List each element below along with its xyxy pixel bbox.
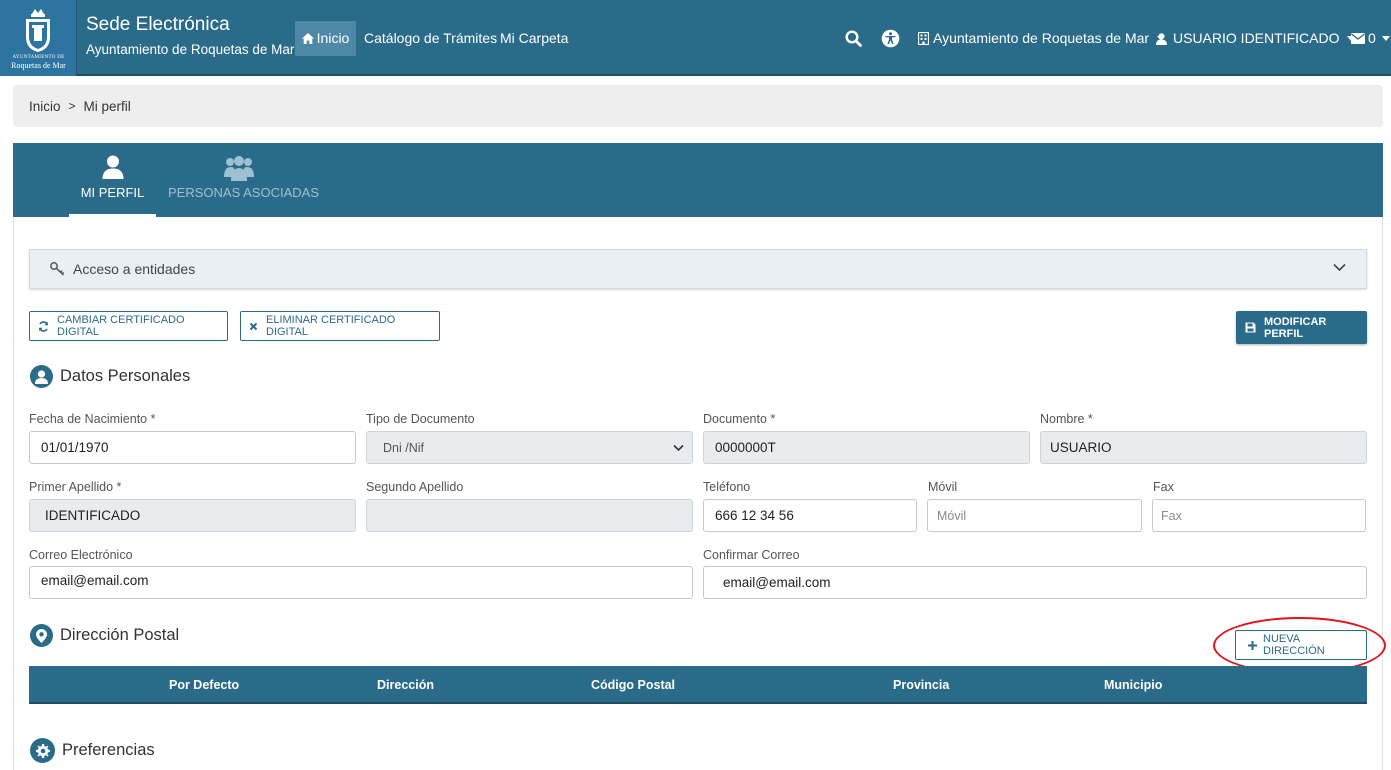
plus-icon <box>1248 640 1257 650</box>
movil-label: Móvil <box>928 480 958 494</box>
key-icon <box>50 262 65 276</box>
top-navbar: AYUNTAMIENTO DE Roquetas de Mar Sede Ele… <box>0 0 1391 76</box>
entity-dropdown[interactable]: Ayuntamiento de Roquetas de Mar <box>918 21 1166 56</box>
close-icon <box>249 322 258 331</box>
fecha-nacimiento-label: Fecha de Nacimiento * <box>29 412 156 426</box>
documento-label: Documento * <box>703 412 776 426</box>
segundo-apellido-field[interactable] <box>366 499 693 532</box>
envelope-icon <box>1351 33 1365 44</box>
segundo-apellido-label: Segundo Apellido <box>366 480 464 494</box>
nombre-field[interactable]: USUARIO <box>1040 431 1367 464</box>
search-button[interactable] <box>845 21 862 56</box>
cambiar-certificado-button[interactable]: CAMBIAR CERTIFICADO DIGITAL <box>29 311 228 341</box>
user-dropdown[interactable]: USUARIO IDENTIFICADO <box>1156 21 1356 56</box>
tipo-documento-value: Dni /Nif <box>383 440 424 455</box>
nav-mi-carpeta[interactable]: Mi Carpeta <box>500 21 568 56</box>
telefono-field[interactable]: 666 12 34 56 <box>703 499 917 532</box>
column-header[interactable]: Provincia <box>893 678 949 692</box>
section-preferencias-title: Preferencias <box>62 741 155 759</box>
profile-tabs: MI PERFIL PERSONAS ASOCIADAS <box>13 143 1383 217</box>
nav-inicio-label: Inicio <box>316 30 350 46</box>
section-datos-personales-title: Datos Personales <box>60 367 191 385</box>
nav-inicio[interactable]: Inicio <box>295 21 356 56</box>
section-direccion-postal: Dirección Postal <box>30 624 179 647</box>
breadcrumb-separator: > <box>68 99 76 113</box>
column-header[interactable]: Municipio <box>1104 678 1162 692</box>
user-dropdown-label: USUARIO IDENTIFICADO <box>1173 30 1340 46</box>
nav-catalogo[interactable]: Catálogo de Trámites <box>364 21 497 56</box>
caret-down-icon <box>1381 36 1390 41</box>
confirmar-correo-field[interactable]: email@email.com <box>703 566 1367 599</box>
correo-field[interactable]: email@email.com <box>29 566 693 599</box>
accessibility-icon <box>881 29 900 48</box>
tipo-documento-select[interactable]: Dni /Nif <box>366 431 693 464</box>
home-icon <box>301 22 314 57</box>
movil-field[interactable]: Móvil <box>927 499 1142 532</box>
section-preferencias: Preferencias <box>30 738 155 763</box>
nueva-direccion-button[interactable]: NUEVA DIRECCIÓN <box>1235 630 1367 660</box>
tab-mi-perfil[interactable]: MI PERFIL <box>69 143 156 217</box>
fax-field[interactable]: Fax <box>1152 499 1366 532</box>
entity-dropdown-label: Ayuntamiento de Roquetas de Mar <box>933 30 1150 46</box>
column-header[interactable]: Código Postal <box>591 678 675 692</box>
coat-of-arms-icon <box>26 9 50 52</box>
building-icon <box>918 32 929 45</box>
address-table-header: Por Defecto Dirección Código Postal Prov… <box>29 666 1367 704</box>
nueva-direccion-label: NUEVA DIRECCIÓN <box>1263 633 1325 657</box>
logo-line1: AYUNTAMIENTO DE <box>12 55 65 60</box>
site-title[interactable]: Sede Electrónica <box>86 14 230 36</box>
telefono-label: Teléfono <box>703 480 751 494</box>
map-marker-icon <box>30 624 53 647</box>
accordion-acceso-entidades[interactable]: Acceso a entidades <box>29 249 1367 289</box>
refresh-icon <box>38 320 49 332</box>
tab-personas-asociadas-label: PERSONAS ASOCIADAS <box>168 185 319 200</box>
breadcrumb: Inicio > Mi perfil <box>13 85 1383 127</box>
site-subtitle: Ayuntamiento de Roquetas de Mar <box>86 42 295 57</box>
accessibility-button[interactable] <box>881 21 900 56</box>
column-header[interactable]: Por Defecto <box>169 678 239 692</box>
gear-icon <box>30 738 55 763</box>
eliminar-certificado-label: ELIMINAR CERTIFICADO DIGITAL <box>266 314 396 338</box>
eliminar-certificado-button[interactable]: ELIMINAR CERTIFICADO DIGITAL <box>240 311 440 341</box>
fecha-nacimiento-field[interactable]: 01/01/1970 <box>29 431 356 464</box>
modificar-perfil-label: MODIFICAR PERFIL <box>1264 315 1327 340</box>
save-icon <box>1245 322 1256 333</box>
search-icon <box>845 30 862 47</box>
fax-label: Fax <box>1153 480 1174 494</box>
primer-apellido-field[interactable]: IDENTIFICADO <box>29 499 356 532</box>
primer-apellido-label: Primer Apellido * <box>29 480 122 494</box>
nombre-label: Nombre * <box>1040 412 1093 426</box>
cambiar-certificado-label: CAMBIAR CERTIFICADO DIGITAL <box>57 314 185 338</box>
breadcrumb-home[interactable]: Inicio <box>29 99 61 114</box>
tipo-documento-label: Tipo de Documento <box>366 412 475 426</box>
user-icon <box>1156 32 1167 45</box>
user-icon <box>102 155 123 179</box>
breadcrumb-current: Mi perfil <box>83 98 131 114</box>
municipality-logo[interactable]: AYUNTAMIENTO DE Roquetas de Mar <box>0 0 77 76</box>
tab-personas-asociadas[interactable]: PERSONAS ASOCIADAS <box>168 143 319 217</box>
accordion-label: Acceso a entidades <box>73 261 196 277</box>
messages-dropdown[interactable]: 0 <box>1351 21 1390 56</box>
documento-field[interactable]: 0000000T <box>703 431 1030 464</box>
confirmar-correo-label: Confirmar Correo <box>703 548 800 562</box>
column-header[interactable]: Dirección <box>377 678 434 692</box>
section-datos-personales: Datos Personales <box>30 365 190 388</box>
user-circle-icon <box>30 365 53 388</box>
modificar-perfil-button[interactable]: MODIFICAR PERFIL <box>1236 311 1367 344</box>
chevron-down-icon <box>673 444 684 452</box>
tab-mi-perfil-label: MI PERFIL <box>80 185 145 200</box>
section-direccion-postal-title: Dirección Postal <box>60 626 180 644</box>
messages-count: 0 <box>1368 30 1376 46</box>
chevron-down-icon <box>1333 263 1346 272</box>
users-icon <box>224 156 254 181</box>
correo-label: Correo Electrónico <box>29 548 133 562</box>
logo-line2: Roquetas de Mar <box>11 61 66 70</box>
